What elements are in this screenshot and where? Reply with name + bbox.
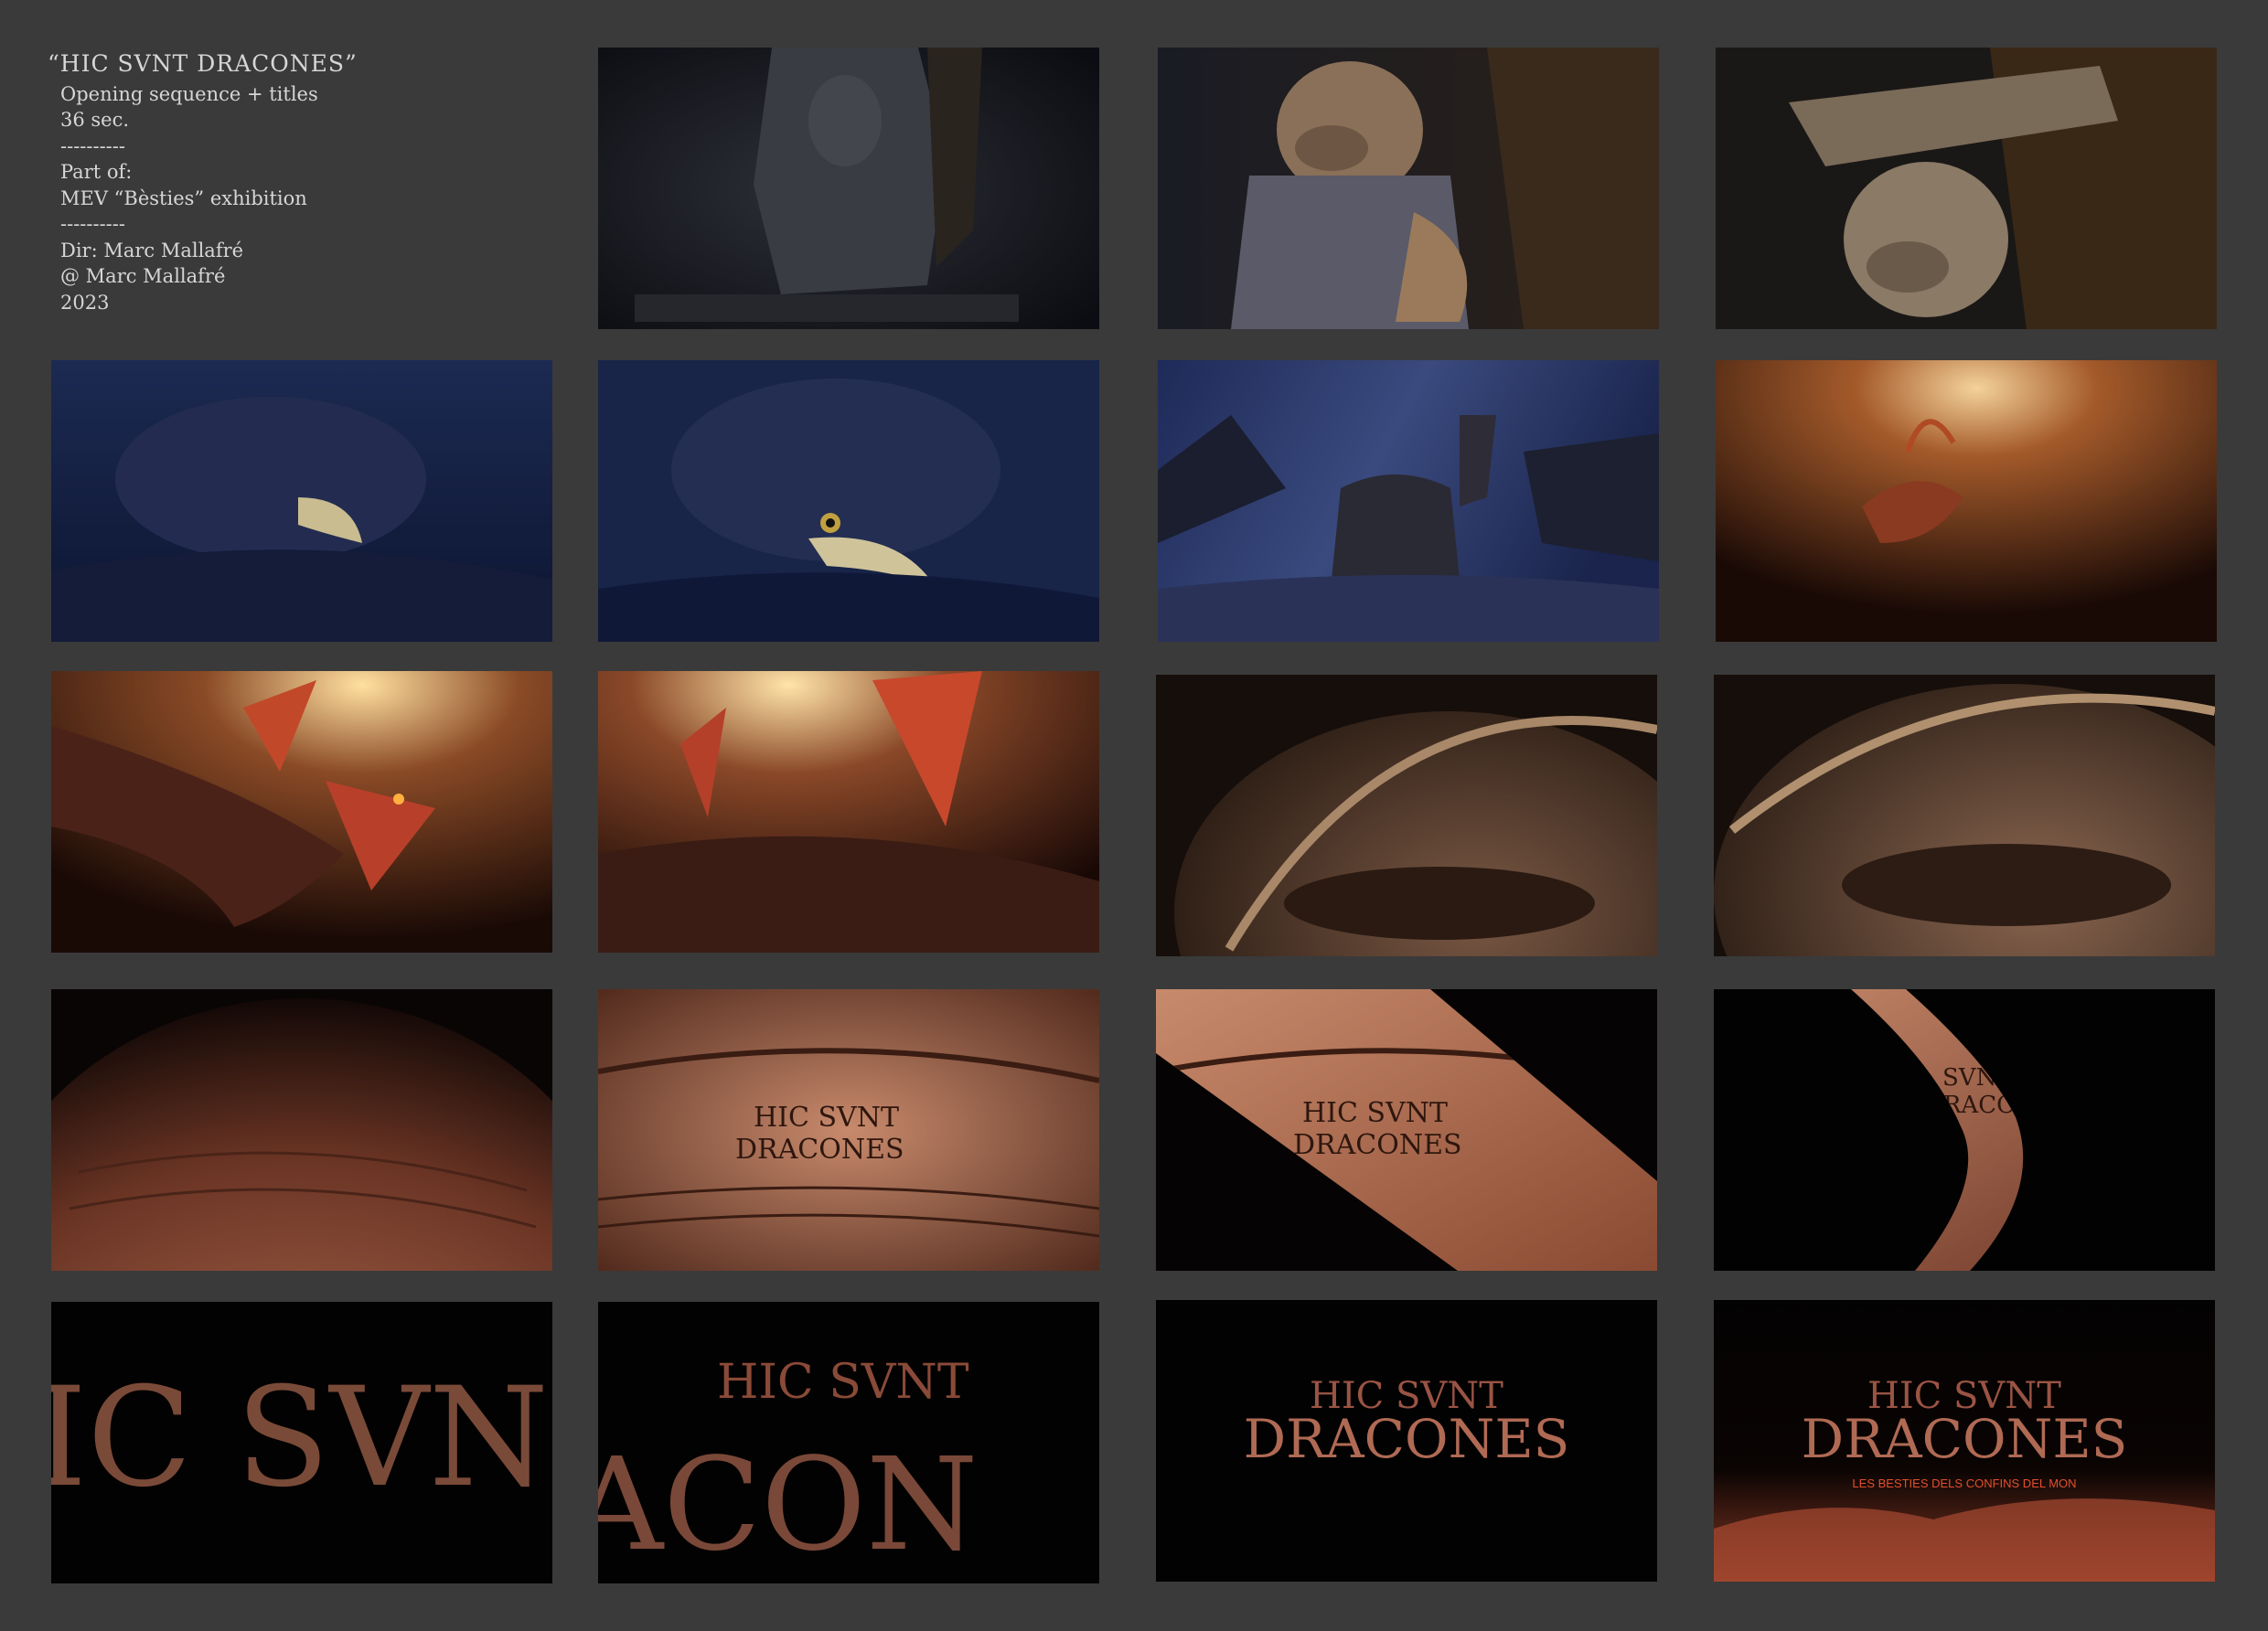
credit-line: Part of: xyxy=(60,161,133,183)
title-text: IC SVN xyxy=(51,1359,549,1518)
frame-statue-base xyxy=(598,48,1099,329)
credit-divider: ---------- xyxy=(60,134,125,157)
title-line1: HIC SVNT xyxy=(717,1355,969,1410)
frame-dragon-eye-closed xyxy=(1156,675,1657,956)
frame-title-partial-1: IC SVN xyxy=(51,1302,552,1583)
credit-line: MEV “Bèsties” exhibition xyxy=(60,187,307,209)
frame-copper-globe xyxy=(51,989,552,1271)
credit-line: Opening sequence + titles xyxy=(60,82,318,105)
frame-title-full: HIC SVNT DRACONES xyxy=(1156,1300,1657,1582)
credit-line: Dir: Marc Mallafré xyxy=(60,239,244,261)
frame-griffin-open-eye xyxy=(598,360,1099,642)
frame-ape-statue-slab xyxy=(1716,48,2217,329)
frame-griffin-night-sky xyxy=(1158,360,1659,642)
frame-map-light-beam: HIC SVNT DRACONES xyxy=(1156,989,1657,1271)
subtitle-text: LES BESTIES DELS CONFINS DEL MON xyxy=(1852,1476,2076,1490)
map-text-line1: HIC SVNT xyxy=(1302,1097,1448,1129)
map-text-line1: HIC SVNT xyxy=(754,1102,899,1134)
frame-map-globe: HIC SVNT DRACONES xyxy=(598,989,1099,1271)
frame-ape-statue xyxy=(1158,48,1659,329)
frame-title-partial-2: HIC SVNT ACON xyxy=(598,1302,1099,1583)
frame-title-with-subtitle: HIC SVNT DRACONES LES BESTIES DELS CONFI… xyxy=(1714,1300,2215,1582)
frame-griffin-closed-eye xyxy=(51,360,552,642)
credit-line: 2023 xyxy=(60,291,110,314)
credits-block: “HIC SVNT DRACONES” Opening sequence + t… xyxy=(48,50,560,315)
project-title: “HIC SVNT DRACONES” xyxy=(48,50,358,77)
frame-dragon-wings xyxy=(598,671,1099,953)
credit-line: 36 sec. xyxy=(60,109,130,131)
credit-divider: ---------- xyxy=(60,213,125,235)
title-line2: ACON xyxy=(598,1431,979,1580)
map-text-line2: DRACONES xyxy=(1293,1129,1462,1161)
map-text-line2: DRACONES xyxy=(735,1134,904,1166)
credit-line: @ Marc Mallafré xyxy=(60,265,226,287)
title-line2: DRACONES xyxy=(1244,1408,1570,1470)
frame-dragon-eye xyxy=(1714,675,2215,956)
frame-creature-glow xyxy=(1716,360,2217,642)
title-line2: DRACONES xyxy=(1802,1408,2128,1470)
frame-winged-dragon xyxy=(51,671,552,953)
frame-map-s-curve: SVNT DRACONES xyxy=(1714,989,2215,1271)
